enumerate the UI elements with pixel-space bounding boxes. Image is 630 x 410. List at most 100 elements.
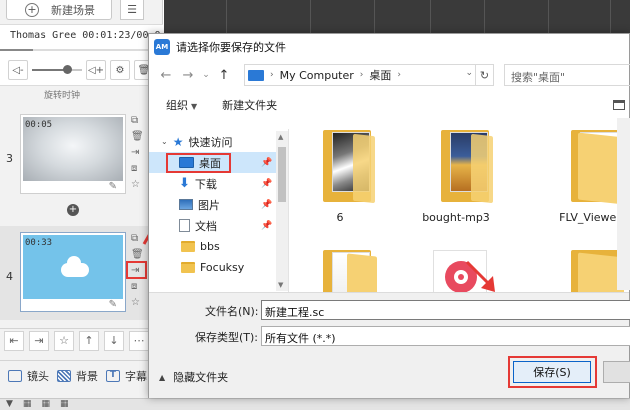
chevron-down-icon[interactable]: ⌄: [199, 64, 213, 86]
scene-item[interactable]: 3 00:05 ✎ ⧉ 🗑 ⇥ ⧈ ☆: [0, 112, 163, 202]
new-folder-button[interactable]: 新建文件夹: [222, 97, 277, 113]
forward-arrow-icon[interactable]: →: [177, 64, 199, 86]
chevron-right-icon[interactable]: ›: [360, 70, 364, 80]
pin-icon[interactable]: 📌: [261, 158, 272, 168]
scroll-down-icon[interactable]: ▼: [278, 281, 283, 289]
pin-icon[interactable]: 📌: [261, 200, 272, 210]
add-scene-icon[interactable]: +: [67, 204, 79, 216]
hide-folders-label: 隐藏文件夹: [173, 371, 229, 384]
grid-icon[interactable]: ▦: [60, 399, 69, 410]
nav-label: Focuksy: [200, 261, 245, 274]
hide-folders-toggle[interactable]: ▲ 隐藏文件夹: [159, 369, 228, 385]
chevron-right-icon[interactable]: ›: [270, 70, 274, 80]
plus-icon: +: [25, 2, 39, 17]
nav-item-focuksy[interactable]: Focuksy: [149, 257, 288, 278]
nav-item-bbs[interactable]: bbs: [149, 236, 288, 257]
folder-item[interactable]: bought-mp3: [411, 118, 501, 228]
section-label: 旋转时钟: [44, 91, 81, 101]
arrow-down-icon[interactable]: ▼: [6, 399, 13, 410]
view-options-icon[interactable]: [613, 100, 625, 110]
folder-item[interactable]: [295, 238, 385, 292]
scrollbar-thumb[interactable]: [278, 147, 286, 202]
caret-up-icon: ▲: [159, 372, 166, 382]
star-icon[interactable]: ☆: [54, 330, 74, 351]
organize-menu[interactable]: 组织 ▼: [166, 97, 197, 113]
trash-icon[interactable]: 🗑: [131, 130, 144, 143]
nav-item-downloads[interactable]: ⬇ 下载 📌: [149, 173, 288, 194]
cloud-shape: [61, 256, 89, 277]
pictures-icon: [179, 199, 193, 210]
scene-thumbnail[interactable]: 00:05 ✎: [20, 114, 126, 194]
track-progress-bar[interactable]: [0, 49, 163, 51]
tab-background[interactable]: 背景: [57, 368, 98, 384]
file-list-scrollbar[interactable]: [617, 118, 630, 290]
filetype-select[interactable]: 所有文件 (*.*): [261, 326, 630, 346]
grid-icon[interactable]: ▦: [23, 399, 32, 410]
nav-pane-scrollbar[interactable]: ▲ ▼: [276, 131, 288, 291]
cancel-button[interactable]: [603, 361, 630, 383]
export-icon[interactable]: ⇥: [29, 330, 49, 351]
dialog-title: 请选择你要保存的文件: [176, 41, 286, 54]
computer-icon: [248, 69, 264, 81]
dialog-titlebar: AM 请选择你要保存的文件: [149, 34, 629, 60]
trash-icon[interactable]: 🗑: [131, 248, 144, 261]
volume-knob[interactable]: [63, 65, 72, 74]
address-bar[interactable]: › My Computer › 桌面 › ⌄ ↻: [244, 64, 494, 86]
layers-icon[interactable]: ⧈: [131, 280, 143, 293]
new-scene-button[interactable]: + 新建场景: [6, 0, 112, 20]
tab-subtitle[interactable]: T 字幕: [106, 368, 147, 384]
filename-input[interactable]: 新建工程.sc: [261, 300, 630, 320]
chevron-down-icon[interactable]: ⌄: [161, 137, 168, 146]
organize-label: 组织: [166, 99, 188, 112]
export-icon[interactable]: ⇥: [131, 146, 143, 159]
settings-icon[interactable]: ⚙: [110, 60, 130, 80]
tab-label: 背景: [76, 369, 98, 383]
nav-item-pictures[interactable]: 图片 📌: [149, 194, 288, 215]
copy-icon[interactable]: ⧉: [131, 114, 143, 127]
grid-icon[interactable]: ▦: [41, 399, 50, 410]
folder-icon: [323, 130, 377, 204]
command-bar: 组织 ▼ 新建文件夹: [149, 93, 629, 117]
edit-icon[interactable]: ✎: [109, 181, 117, 192]
tab-camera[interactable]: 镜头: [8, 368, 49, 384]
import-icon[interactable]: ⇤: [4, 330, 24, 351]
subtitle-icon: T: [106, 369, 120, 382]
save-file-dialog: AM 请选择你要保存的文件 ← → ⌄ ↑ › My Computer › 桌面…: [148, 33, 630, 398]
pin-icon[interactable]: 📌: [261, 221, 272, 231]
arrow-up-icon[interactable]: ↑: [79, 330, 99, 351]
breadcrumb-root[interactable]: My Computer: [280, 69, 354, 82]
scroll-up-icon[interactable]: ▲: [278, 133, 283, 141]
volume-down-icon[interactable]: ◁-: [8, 60, 28, 80]
nav-label: 快速访问: [188, 135, 233, 149]
chevron-right-icon[interactable]: ›: [397, 70, 401, 80]
copy-icon: ☰: [127, 3, 137, 16]
folder-icon: [181, 262, 195, 273]
copy-scene-button[interactable]: ☰: [120, 0, 144, 20]
back-arrow-icon[interactable]: ←: [155, 64, 177, 86]
nav-item-documents[interactable]: 文档 📌: [149, 215, 288, 236]
nav-item-quick-access[interactable]: ⌄ ★ 快速访问: [149, 131, 288, 152]
volume-slider[interactable]: [32, 64, 82, 76]
search-input[interactable]: 搜索"桌面": [504, 64, 630, 86]
scene-panel: + 新建场景 ☰ Thomas Gree 00:01:23/00:01:4 ◁-…: [0, 0, 163, 410]
folder-item[interactable]: 6: [295, 118, 385, 228]
refresh-icon[interactable]: ↻: [475, 65, 493, 85]
chevron-down-icon[interactable]: ⌄: [465, 68, 473, 78]
scene-thumbnail[interactable]: 00:33 ✎: [20, 232, 126, 312]
pin-icon[interactable]: 📌: [261, 179, 272, 189]
up-arrow-icon[interactable]: ↑: [213, 64, 235, 86]
star-icon[interactable]: ☆: [131, 178, 143, 191]
layers-icon[interactable]: ⧈: [131, 162, 143, 175]
star-icon[interactable]: ☆: [131, 296, 143, 309]
more-icon[interactable]: ⋯: [129, 330, 149, 351]
edit-icon[interactable]: ✎: [109, 299, 117, 310]
breadcrumb-current[interactable]: 桌面: [369, 67, 391, 83]
desktop-highlight-box: [166, 153, 231, 173]
export-highlight-box: [126, 261, 147, 279]
filename-section: 文件名(N): 新建工程.sc 保存类型(T): 所有文件 (*.*): [149, 292, 630, 350]
nav-label: 文档: [195, 219, 217, 233]
volume-up-icon[interactable]: ◁+: [86, 60, 106, 80]
track-progress-fill: [0, 49, 33, 51]
scene-tools: ⧉ 🗑 ⇥ ⧈ ☆: [131, 114, 144, 191]
arrow-down-icon[interactable]: ↓: [104, 330, 124, 351]
